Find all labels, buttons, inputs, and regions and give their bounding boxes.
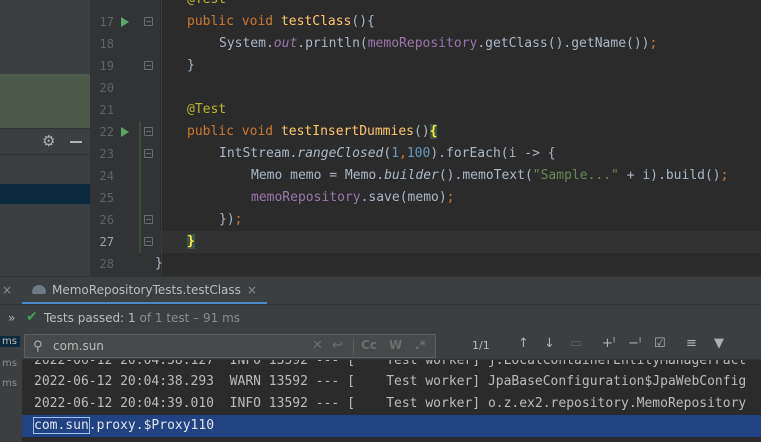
expand-icon[interactable]: »	[8, 311, 15, 325]
fold-icon[interactable]	[144, 149, 153, 158]
line-number: 24	[99, 169, 114, 183]
fold-icon[interactable]	[144, 17, 153, 26]
tab-run-configuration[interactable]: MemoRepositoryTests.testClass ×	[22, 277, 267, 305]
select-all-occurrences-icon[interactable]: ▭	[570, 336, 582, 351]
add-occurrence-icon[interactable]: +ᴵ	[602, 336, 615, 351]
run-tool-window-tabs: × MemoRepositoryTests.testClass ×	[0, 276, 761, 305]
console-line: 2022-06-12 20:04:38.293 WARN 13592 --- […	[34, 374, 747, 389]
regex-toggle[interactable]: .*	[415, 338, 426, 352]
search-icon[interactable]: ⚲	[33, 339, 43, 354]
indent-guide	[161, 0, 162, 276]
fold-icon[interactable]	[144, 61, 153, 70]
filter-icon[interactable]: ▼	[714, 336, 724, 351]
line-number: 25	[99, 191, 114, 205]
new-line-icon[interactable]: ↩	[332, 338, 343, 353]
search-match: com.sun	[33, 417, 90, 434]
line-number: 27	[99, 235, 114, 249]
editor-gutter: 17 18 19 20 21 22 23 24 25 26 27 28	[90, 0, 160, 276]
line-number: 26	[99, 213, 114, 227]
test-tree: ms ms ms	[0, 332, 22, 442]
console-output[interactable]: 2022-06-12 20:04:38.127 INFO 13592 --- […	[22, 360, 761, 442]
current-line-highlight	[160, 231, 761, 253]
close-icon[interactable]: ×	[2, 283, 12, 297]
test-status-bar: » ✔ Tests passed: 1 of 1 test – 91 ms	[0, 304, 761, 332]
match-count: 1/1	[472, 339, 490, 352]
line-number: 21	[99, 103, 114, 117]
console-search-bar: ⚲ ✕ ↩ Cc W .* 1/1 ↑ ↓ ▭ +ᴵ −ᴵ ☑ ≡ ▼	[22, 332, 761, 360]
code-area[interactable]: @Test public void testClass(){ System.ou…	[155, 0, 761, 276]
test-status-text: Tests passed: 1 of 1 test – 91 ms	[44, 311, 241, 325]
separator	[353, 339, 354, 355]
close-icon[interactable]: ×	[247, 283, 257, 297]
line-number	[92, 0, 114, 11]
match-case-toggle[interactable]: Cc	[361, 338, 377, 352]
whole-words-toggle[interactable]: W	[389, 338, 402, 352]
test-tree-duration[interactable]: ms	[0, 336, 20, 347]
fold-icon[interactable]	[144, 127, 153, 136]
console-line: 2022-06-12 20:04:39.010 INFO 13592 --- […	[34, 396, 747, 411]
test-tree-duration[interactable]: ms	[2, 358, 22, 369]
code-line: public void testInsertDummies(){	[187, 124, 438, 139]
line-number: 22	[99, 125, 114, 139]
remove-occurrence-icon[interactable]: −ᴵ	[628, 336, 641, 351]
code-line: @Test	[187, 0, 226, 11]
fold-icon[interactable]	[144, 215, 153, 224]
fold-icon[interactable]	[144, 237, 153, 246]
code-editor[interactable]: 17 18 19 20 21 22 23 24 25 26 27 28 @Tes…	[90, 0, 761, 276]
code-line: System.out.println(memoRepository.getCla…	[219, 36, 658, 51]
code-line: @Test	[187, 102, 227, 117]
project-tree-selected-item[interactable]	[0, 184, 90, 204]
filter-lines-icon[interactable]: ≡	[686, 336, 697, 351]
code-line: memoRepository.save(memo);	[251, 190, 455, 205]
test-tree-duration[interactable]: ms	[2, 378, 22, 389]
line-number: 20	[99, 81, 114, 95]
run-test-icon[interactable]	[121, 127, 129, 137]
gear-icon[interactable]: ⚙	[42, 132, 55, 150]
run-test-icon[interactable]	[121, 17, 129, 27]
code-line: }	[155, 256, 163, 271]
code-line: }	[187, 58, 195, 73]
code-line: IntStream.rangeClosed(1,100).forEach(i -…	[219, 146, 556, 161]
search-input[interactable]	[53, 338, 303, 354]
check-icon: ✔	[26, 309, 38, 325]
arrow-down-icon[interactable]: ↓	[544, 336, 555, 351]
code-line: }	[187, 234, 195, 249]
line-number: 23	[99, 147, 114, 161]
line-number: 19	[99, 59, 114, 73]
test-config-icon	[32, 285, 46, 294]
clear-search-icon[interactable]: ✕	[312, 338, 323, 353]
minimize-icon[interactable]	[70, 141, 82, 143]
code-line: public void testClass(){	[187, 14, 375, 29]
console-line: com.sun.proxy.$Proxy110	[33, 417, 215, 434]
line-number: 17	[99, 15, 114, 29]
line-number: 28	[99, 257, 114, 271]
tab-label: MemoRepositoryTests.testClass	[52, 282, 241, 297]
project-panel-highlight	[0, 74, 90, 128]
select-all-matches-icon[interactable]: ☑	[654, 336, 666, 351]
code-line: Memo memo = Memo.builder().memoText("Sam…	[251, 168, 729, 183]
vcs-change-marker	[139, 121, 141, 253]
search-box: ⚲ ✕ ↩ Cc W .*	[24, 334, 436, 358]
line-number: 18	[99, 37, 114, 51]
code-line: });	[219, 212, 243, 227]
arrow-up-icon[interactable]: ↑	[518, 336, 529, 351]
project-panel-toolbar: ⚙	[0, 129, 90, 155]
